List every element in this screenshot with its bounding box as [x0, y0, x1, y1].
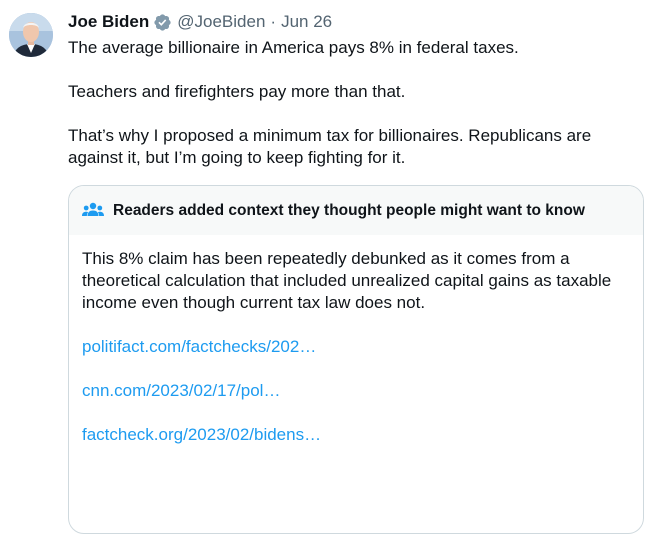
source-link[interactable]: politifact.com/factchecks/202… [82, 336, 630, 358]
community-note-title: Readers added context they thought peopl… [113, 201, 585, 219]
verified-badge-icon [153, 13, 172, 32]
tweet[interactable]: Joe Biden @JoeBiden · Jun 26 The average… [0, 0, 656, 541]
tweet-header: Joe Biden @JoeBiden · Jun 26 [68, 11, 332, 33]
community-note-body: This 8% claim has been repeatedly debunk… [69, 235, 643, 446]
avatar[interactable] [9, 13, 53, 57]
separator-dot: · [270, 12, 277, 31]
community-note-links: politifact.com/factchecks/202… cnn.com/2… [82, 336, 630, 446]
tweet-date[interactable]: Jun 26 [281, 12, 332, 32]
community-note-text: This 8% claim has been repeatedly debunk… [82, 249, 612, 312]
community-note-header: Readers added context they thought peopl… [69, 186, 643, 235]
tweet-text-line: The average billionaire in America pays … [68, 38, 519, 57]
handle[interactable]: @JoeBiden [177, 12, 265, 32]
source-link[interactable]: factcheck.org/2023/02/bidens… [82, 424, 630, 446]
community-note: Readers added context they thought peopl… [68, 185, 644, 534]
tweet-text-line: Teachers and firefighters pay more than … [68, 82, 406, 101]
tweet-text-line: That’s why I proposed a minimum tax for … [68, 126, 592, 167]
source-link[interactable]: cnn.com/2023/02/17/pol… [82, 380, 630, 402]
people-icon [82, 202, 104, 220]
display-name[interactable]: Joe Biden [68, 12, 149, 32]
tweet-text: The average billionaire in America pays … [68, 37, 628, 169]
